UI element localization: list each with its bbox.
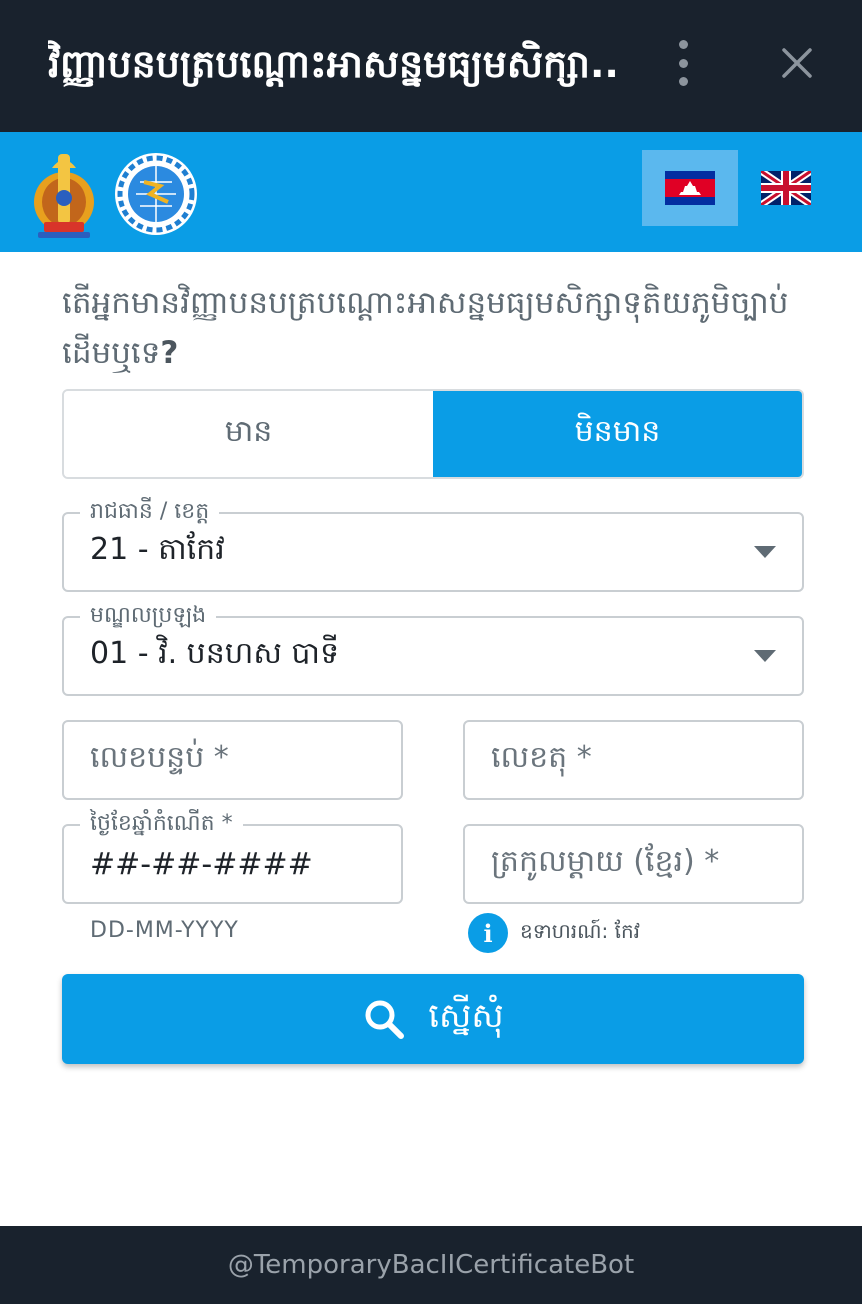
language-button-km[interactable] xyxy=(642,150,738,226)
room-number-placeholder: លេខបន្ទប់ * xyxy=(90,740,229,775)
kebab-dot xyxy=(678,40,688,49)
date-of-birth-input[interactable]: ថ្ងៃខែឆ្នាំកំណើត * ##-##-#### xyxy=(62,810,403,904)
app-footer: @TemporaryBacIICertificateBot xyxy=(0,1226,862,1304)
submit-button-label: ស្នើសុំ xyxy=(428,996,504,1036)
dropdown-caret-icon xyxy=(754,546,776,558)
question-mark: ? xyxy=(160,335,179,371)
uk-flag-icon xyxy=(761,171,811,205)
search-icon xyxy=(365,1000,405,1039)
cambodia-flag-icon xyxy=(665,171,715,205)
close-icon[interactable] xyxy=(772,38,822,88)
toggle-option-yes[interactable]: មាន xyxy=(64,391,433,477)
mother-name-example: i ឧទាហរណ៍: កែវ xyxy=(468,913,640,953)
app-header xyxy=(0,132,862,252)
province-value: 21 - តាកែវ xyxy=(90,532,225,567)
toggle-option-no[interactable]: មិនមាន xyxy=(433,391,802,477)
exam-center-select[interactable]: មណ្ឌលប្រឡង 01 - វិ. បនហស បាទី xyxy=(62,602,804,696)
has-certificate-toggle: មាន មិនមាន xyxy=(62,389,804,479)
kebab-dot xyxy=(678,58,688,68)
language-button-en[interactable] xyxy=(738,150,834,226)
window-title: វិញ្ញាបនបត្របណ្ដោះអាសន្នមធ្យមសិក្សា.. xyxy=(48,42,619,86)
seat-number-placeholder: លេខតុ * xyxy=(491,740,592,775)
date-of-birth-value: ##-##-#### xyxy=(90,846,313,882)
room-number-input[interactable]: លេខបន្ទប់ * xyxy=(62,720,403,800)
seat-number-input[interactable]: លេខតុ * xyxy=(463,720,804,800)
dropdown-caret-icon xyxy=(754,650,776,662)
mother-name-placeholder: ត្រកូលម្ដាយ (ខ្មែរ) * xyxy=(491,844,720,879)
mother-name-example-text: ឧទាហរណ៍: កែវ xyxy=(520,919,641,943)
province-select[interactable]: រាជធានី / ខេត្ត 21 - តាកែវ xyxy=(62,498,804,592)
bot-handle: @TemporaryBacIICertificateBot xyxy=(227,1250,635,1280)
kebab-dot xyxy=(678,77,688,86)
ministry-emblem-icon xyxy=(34,154,94,238)
window-titlebar: វិញ្ញាបនបត្របណ្ដោះអាសន្នមធ្យមសិក្សា.. xyxy=(0,0,862,132)
kebab-menu-icon[interactable] xyxy=(668,40,698,86)
submit-request-button[interactable]: ស្នើសុំ xyxy=(62,974,804,1064)
ptc-logo-icon xyxy=(115,153,197,235)
exam-center-value: 01 - វិ. បនហស បាទី xyxy=(90,636,340,671)
info-icon: i xyxy=(468,913,508,953)
mother-name-input[interactable]: ត្រកូលម្ដាយ (ខ្មែរ) * xyxy=(463,824,804,904)
date-format-hint: DD-MM-YYYY xyxy=(90,918,239,943)
certificate-question: តើអ្នកមានវិញ្ញាបនបត្របណ្ដោះអាសន្នមធ្យមសិ… xyxy=(62,278,802,378)
